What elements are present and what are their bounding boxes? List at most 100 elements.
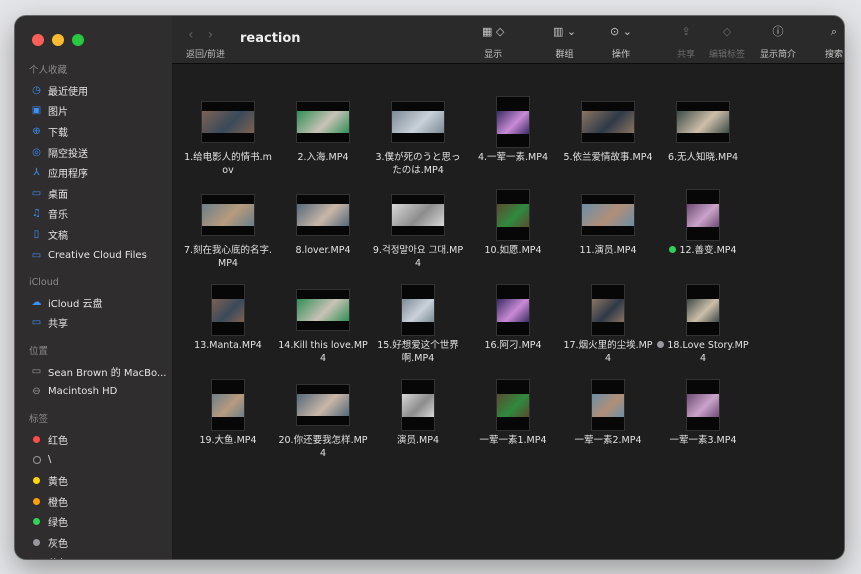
- action-button[interactable]: ⊙ ⌄ 操作: [610, 24, 632, 60]
- file-item[interactable]: 9.걱정말아요 그대.MP4: [372, 187, 464, 270]
- video-thumbnail-area: [467, 187, 559, 243]
- back-button[interactable]: ‹: [188, 27, 208, 43]
- file-name-text: 15.好想爱这个世界啊.MP4: [377, 340, 459, 364]
- file-name: 17.烟火里的尘埃.MP4: [562, 339, 654, 365]
- forward-button[interactable]: ›: [208, 27, 228, 43]
- file-name: 3.僕が死のうと思ったのは.MP4: [372, 151, 464, 177]
- sidebar-item[interactable]: ▯ 文稿: [15, 224, 172, 245]
- file-item[interactable]: 17.烟火里的尘埃.MP4: [562, 282, 654, 365]
- file-item[interactable]: 18.Love Story.MP4: [657, 282, 749, 365]
- file-item[interactable]: 19.大鱼.MP4: [182, 377, 274, 447]
- sidebar-item[interactable]: ⊕ 下载: [15, 121, 172, 142]
- file-name: 4.一荤一素.MP4: [467, 151, 559, 164]
- video-thumbnail: [202, 102, 254, 142]
- file-item[interactable]: 6.无人知晓.MP4: [657, 94, 749, 164]
- sidebar-tag-label: 灰色: [48, 538, 68, 550]
- window-controls: [32, 34, 84, 46]
- sidebar-tag-item[interactable]: 橙色: [15, 491, 172, 512]
- sidebar-tag-item[interactable]: \: [15, 450, 172, 471]
- sidebar-item[interactable]: ▭ Creative Cloud Files: [15, 245, 172, 266]
- file-item[interactable]: 一荤一素1.MP4: [467, 377, 559, 447]
- sidebar-item-label: iCloud 云盘: [48, 298, 103, 310]
- file-name-text: 一荤一素2.MP4: [574, 435, 642, 446]
- sidebar-item[interactable]: ☁ iCloud 云盘: [15, 292, 172, 313]
- sidebar-item[interactable]: ▣ 图片: [15, 101, 172, 122]
- sidebar-item[interactable]: ⅄ 应用程序: [15, 162, 172, 183]
- file-item[interactable]: 10.如愿.MP4: [467, 187, 559, 257]
- file-name-text: 3.僕が死のうと思ったのは.MP4: [375, 152, 461, 176]
- file-item[interactable]: 11.演员.MP4: [562, 187, 654, 257]
- toolbar: ‹› 返回/前进 reaction ▦ ◇ 显示 ▥ ⌄ 群组 ⊙ ⌄ 操作 ⇪…: [172, 16, 844, 64]
- tags-section: 标签 红色 \ 黄色橙色绿色灰色蓝色: [15, 411, 172, 559]
- file-name: 19.大鱼.MP4: [182, 434, 274, 447]
- group-label: 群组: [555, 50, 574, 60]
- file-name-text: 10.如愿.MP4: [484, 245, 542, 256]
- close-button[interactable]: [32, 34, 44, 46]
- desktop-icon: ▭: [31, 187, 42, 199]
- file-name: 12.善变.MP4: [657, 244, 749, 257]
- sidebar-item[interactable]: ▭ Sean Brown 的 MacBo...: [15, 361, 172, 382]
- file-item[interactable]: 演员.MP4: [372, 377, 464, 447]
- sidebar-item[interactable]: ◷ 最近使用: [15, 80, 172, 101]
- file-name: 7.刻在我心底的名字.MP4: [182, 244, 274, 270]
- tag-dot-icon: [669, 246, 677, 253]
- file-item[interactable]: 13.Manta.MP4: [182, 282, 274, 352]
- file-name-text: 1.给电影人的情书.mov: [184, 152, 272, 176]
- sidebar-item[interactable]: ▭ 共享: [15, 313, 172, 334]
- file-item[interactable]: 20.你还要我怎样.MP4: [277, 377, 369, 460]
- file-item[interactable]: 14.Kill this love.MP4: [277, 282, 369, 365]
- file-item[interactable]: 4.一荤一素.MP4: [467, 94, 559, 164]
- file-name-text: 13.Manta.MP4: [194, 340, 262, 351]
- video-thumbnail-area: [372, 377, 464, 433]
- video-thumbnail: [497, 380, 529, 430]
- sidebar-tag-item[interactable]: 蓝色: [15, 553, 172, 559]
- video-thumbnail-area: [182, 377, 274, 433]
- cloud-icon: ☁: [31, 296, 42, 308]
- search-button[interactable]: ⌕ 搜索: [825, 24, 843, 60]
- file-item[interactable]: 一荤一素3.MP4: [657, 377, 749, 447]
- file-item[interactable]: 一荤一素2.MP4: [562, 377, 654, 447]
- share-icon: ⇪: [681, 25, 691, 38]
- shared-folder-icon: ▭: [31, 317, 42, 329]
- file-item[interactable]: 15.好想爱这个世界啊.MP4: [372, 282, 464, 365]
- file-item[interactable]: 8.lover.MP4: [277, 187, 369, 257]
- edit-tags-button[interactable]: ◇ 编辑标签: [709, 24, 745, 60]
- sidebar-tag-item[interactable]: 红色: [15, 429, 172, 450]
- file-name: 11.演员.MP4: [562, 244, 654, 257]
- sidebar-item[interactable]: ♫ 音乐: [15, 204, 172, 225]
- video-thumbnail: [687, 285, 719, 335]
- video-thumbnail-area: [467, 377, 559, 433]
- sidebar-tag-item[interactable]: 灰色: [15, 532, 172, 553]
- get-info-button[interactable]: ⓘ 显示简介: [760, 24, 796, 60]
- file-item[interactable]: 12.善变.MP4: [657, 187, 749, 257]
- file-item[interactable]: 16.阿刁.MP4: [467, 282, 559, 352]
- minimize-button[interactable]: [52, 34, 64, 46]
- sidebar-tag-item[interactable]: 绿色: [15, 511, 172, 532]
- nav-label: 返回/前进: [186, 50, 226, 60]
- file-item[interactable]: 7.刻在我心底的名字.MP4: [182, 187, 274, 270]
- tag-dot-icon: [30, 497, 43, 505]
- sidebar-item-label: Sean Brown 的 MacBo...: [48, 367, 167, 379]
- file-item[interactable]: 3.僕が死のうと思ったのは.MP4: [372, 94, 464, 177]
- view-button[interactable]: ▦ ◇ 显示: [482, 24, 504, 60]
- sidebar-item-label: 图片: [48, 107, 68, 119]
- sidebar-item[interactable]: ▭ 桌面: [15, 183, 172, 204]
- file-name-text: 12.善变.MP4: [679, 245, 737, 256]
- video-thumbnail: [297, 195, 349, 235]
- group-button[interactable]: ▥ ⌄ 群组: [553, 24, 576, 60]
- file-name-text: 14.Kill this love.MP4: [278, 340, 368, 364]
- sidebar-item[interactable]: ⊖ Macintosh HD: [15, 382, 172, 403]
- icloud-header: iCloud: [29, 277, 59, 288]
- tag-dot-icon: [30, 455, 43, 464]
- video-thumbnail: [582, 102, 634, 142]
- share-button[interactable]: ⇪ 共享: [677, 24, 695, 60]
- file-item[interactable]: 5.依兰爱情故事.MP4: [562, 94, 654, 164]
- file-item[interactable]: 1.给电影人的情书.mov: [182, 94, 274, 177]
- file-item[interactable]: 2.入海.MP4: [277, 94, 369, 164]
- sidebar-item[interactable]: ◎ 隔空投送: [15, 142, 172, 163]
- favorites-header: 个人收藏: [29, 65, 68, 76]
- sidebar-tag-item[interactable]: 黄色: [15, 470, 172, 491]
- file-name: 演员.MP4: [372, 434, 464, 447]
- file-name: 16.阿刁.MP4: [467, 339, 559, 352]
- zoom-button[interactable]: [72, 34, 84, 46]
